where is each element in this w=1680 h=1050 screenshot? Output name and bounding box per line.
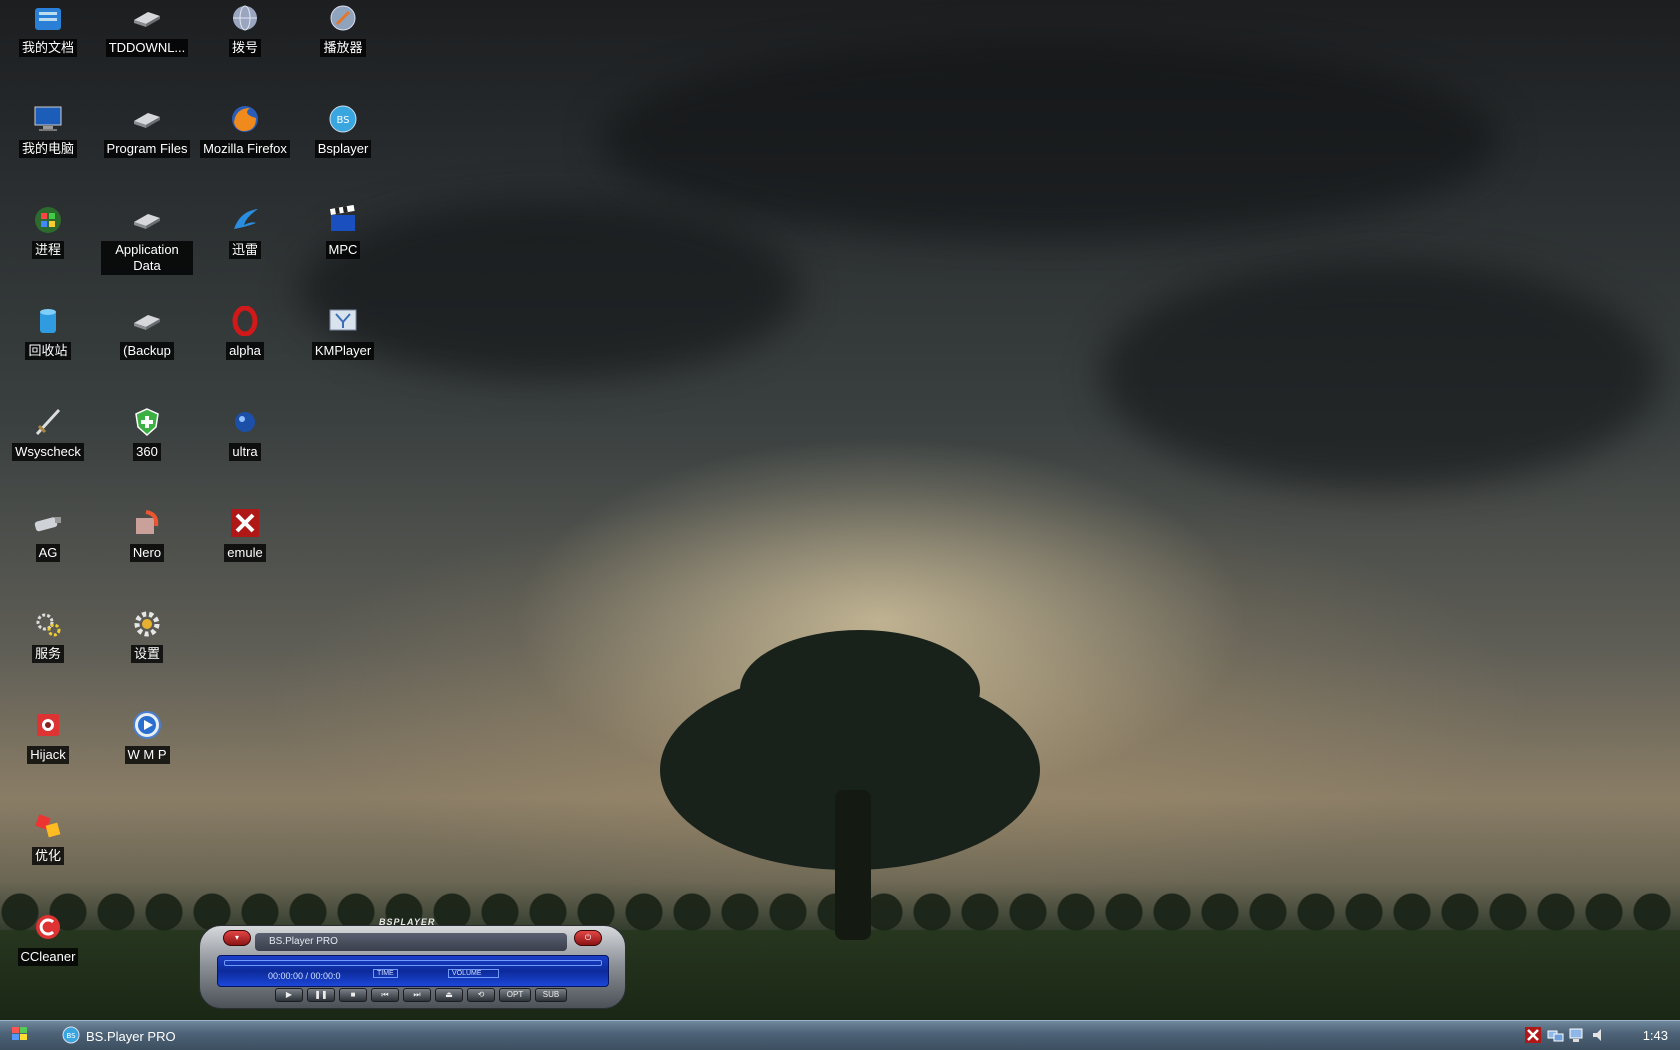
bsplayer-title: BS.Player PRO [255,933,567,951]
desktop-icon-recycle-bin[interactable]: 回收站 [2,305,94,360]
desktop-icon-services[interactable]: 服务 [2,608,94,663]
wallpaper-tree [740,630,980,750]
desktop-icon-nero[interactable]: Nero [101,507,193,562]
shield-icon [131,406,163,438]
desktop-icon-program-files[interactable]: Program Files [101,103,193,158]
desktop-icon-optimize[interactable]: 优化 [2,810,94,865]
bsplayer-icon: BS [62,1026,80,1047]
clapperboard-icon [327,204,359,236]
taskbar: BS BS.Player PRO 1:43 [0,1020,1680,1050]
nero-icon [131,507,163,539]
bsplayer-display: 00:00:00 / 00:00:0 TIME VOLUME [217,955,609,987]
play-button[interactable]: ▶ [275,988,303,1002]
emule-icon [229,507,261,539]
emule-tray-icon[interactable] [1524,1026,1542,1044]
documents-folder-icon [32,2,64,34]
desktop-icon-wsyscheck[interactable]: Wsyscheck [2,406,94,461]
repeat-button[interactable]: ⟲ [467,988,495,1002]
desktop-icon-my-documents[interactable]: 我的文档 [2,2,94,57]
desktop-icon-hijack[interactable]: Hijack [2,709,94,764]
taskbar-clock[interactable]: 1:43 [1643,1028,1668,1043]
eject-button[interactable]: ⏏ [435,988,463,1002]
bsplayer-time-label: TIME [373,969,398,978]
desktop-icon-application-data[interactable]: Application Data [101,204,193,275]
settings-gear-icon [131,608,163,640]
desktop-icon-ccleaner[interactable]: CCleaner [2,911,94,966]
system-tray [1524,1026,1608,1044]
desktop-icon-ultra[interactable]: ultra [199,406,291,461]
bsplayer-brand: BSPLAYER [379,917,436,927]
desktop-icon-backup[interactable]: (Backup [101,305,193,360]
bsplayer-volume-slider[interactable]: VOLUME [448,969,499,978]
next-button[interactable]: ⏭ [403,988,431,1002]
desktop-icon-emule[interactable]: emule [199,507,291,562]
media-player-icon [327,2,359,34]
desktop-icon-bsplayer[interactable]: BS Bsplayer [297,103,389,158]
desktop: 我的文档 我的电脑 进程 回收站 Wsyscheck AG 服务 Hijack … [0,0,1680,1020]
opera-icon [229,305,261,337]
desktop-icon-thunder[interactable]: 迅雷 [199,204,291,259]
sword-icon [32,406,64,438]
taskbar-item-bsplayer[interactable]: BS BS.Player PRO [62,1025,176,1047]
windows-logo-icon [32,204,64,236]
desktop-icon-360[interactable]: 360 [101,406,193,461]
volume-tray-icon[interactable] [1590,1026,1608,1044]
bsplayer-menu-button[interactable]: ▾ [223,930,251,946]
desktop-icon-media-player[interactable]: 播放器 [297,2,389,57]
drive-icon [131,2,163,34]
bsplayer-icon: BS [327,103,359,135]
wmp-icon [131,709,163,741]
pause-button[interactable]: ❚❚ [307,988,335,1002]
wallpaper-cloud [1100,260,1660,490]
desktop-icon-firefox[interactable]: Mozilla Firefox [199,103,291,158]
globe-icon [229,406,261,438]
previous-button[interactable]: ⏮ [371,988,399,1002]
recycle-bin-icon [32,305,64,337]
drive-icon [131,305,163,337]
optimize-cubes-icon [32,810,64,842]
bsplayer-close-button[interactable]: ⏻ [574,930,602,946]
start-button[interactable] [6,1026,34,1046]
desktop-icon-kmplayer[interactable]: KMPlayer [297,305,389,360]
desktop-icon-my-computer[interactable]: 我的电脑 [2,103,94,158]
desktop-icon-alpha[interactable]: alpha [199,305,291,360]
kmplayer-icon [327,305,359,337]
usb-key-icon [32,507,64,539]
ccleaner-icon [32,911,64,943]
bsplayer-controls: ▶ ❚❚ ■ ⏮ ⏭ ⏏ ⟲ OPT SUB [275,988,567,1002]
network-tray-icon[interactable] [1546,1026,1564,1044]
desktop-icon-mpc[interactable]: MPC [297,204,389,259]
desktop-icon-process[interactable]: 进程 [2,204,94,259]
hijack-icon [32,709,64,741]
options-button[interactable]: OPT [499,988,531,1002]
bsplayer-time: 00:00:00 / 00:00:0 [268,971,341,981]
computer-icon [32,103,64,135]
svg-text:BS: BS [336,115,349,126]
svg-text:BS: BS [66,1032,76,1040]
desktop-icon-wmp[interactable]: W M P [101,709,193,764]
thunder-bird-icon [229,204,261,236]
network-tray-icon[interactable] [1568,1026,1586,1044]
firefox-icon [229,103,261,135]
desktop-icon-dialup[interactable]: 拨号 [199,2,291,57]
bsplayer-seek-bar[interactable] [224,960,602,966]
taskbar-item-label: BS.Player PRO [86,1028,176,1044]
bsplayer-window[interactable]: BSPLAYER ▾ ⏻ BS.Player PRO 00:00:00 / 00… [199,917,626,1009]
stop-button[interactable]: ■ [339,988,367,1002]
desktop-icon-tddownload[interactable]: TDDOWNL... [101,2,193,57]
wallpaper-tree-trunk [835,790,871,940]
drive-icon [131,103,163,135]
wallpaper-cloud [600,40,1500,240]
windows-flag-icon [11,1026,29,1047]
desktop-icon-ag[interactable]: AG [2,507,94,562]
dialup-globe-icon [229,2,261,34]
gears-icon [32,608,64,640]
drive-icon [131,204,163,236]
desktop-icon-settings[interactable]: 设置 [101,608,193,663]
subtitle-button[interactable]: SUB [535,988,567,1002]
